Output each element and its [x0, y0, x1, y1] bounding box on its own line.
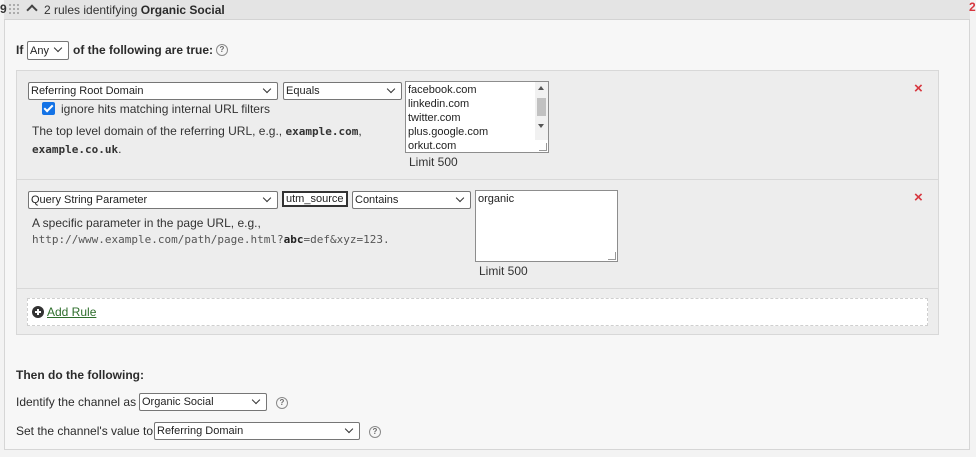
match-select-wrap: Any — [27, 41, 69, 60]
rule-1-limit: Limit 500 — [409, 155, 458, 169]
scroll-up-icon[interactable] — [538, 86, 544, 90]
identify-channel-select[interactable]: Organic Social — [139, 393, 267, 411]
scroll-thumb[interactable] — [537, 98, 546, 116]
rule-1-remove-icon[interactable]: × — [914, 81, 923, 96]
resize-grip-icon[interactable] — [608, 252, 616, 260]
identify-channel-label: Identify the channel as — [16, 395, 137, 409]
set-channel-value-wrap: Referring Domain — [154, 422, 360, 440]
rule-1-operator-select[interactable]: Equals — [283, 82, 402, 100]
rule-2-description: A specific parameter in the page URL, e.… — [32, 216, 261, 230]
rule-2-operator-select[interactable]: Contains — [352, 191, 471, 209]
then-heading: Then do the following: — [16, 368, 144, 382]
rule-2-dimension-select[interactable]: Query String Parameter — [28, 191, 278, 209]
rule-2-parameter-input[interactable]: utm_source — [282, 191, 348, 207]
corner-mark: 2 — [969, 0, 976, 14]
rule-1-description-line-2: example.co.uk. — [32, 142, 122, 156]
plus-circle-icon[interactable] — [32, 306, 44, 318]
set-channel-value-select[interactable]: Referring Domain — [154, 422, 360, 440]
rule-number: 9 — [0, 2, 7, 16]
rule-divider — [17, 288, 938, 289]
following-label: of the following are true: — [73, 43, 213, 57]
scroll-down-icon[interactable] — [538, 124, 544, 128]
rule-1-scrollbar[interactable] — [535, 82, 548, 140]
help-icon[interactable]: ? — [276, 397, 288, 409]
match-select[interactable]: Any — [27, 41, 69, 60]
ignore-internal-checkbox[interactable] — [42, 102, 55, 115]
value-item: organic — [478, 193, 515, 205]
rule-2-operator-wrap: Contains — [352, 191, 471, 209]
set-channel-value-label: Set the channel's value to — [16, 424, 154, 438]
value-item: twitter.com — [408, 112, 461, 124]
value-item: linkedin.com — [408, 98, 470, 110]
value-item: plus.google.com — [408, 126, 489, 138]
add-rule-area — [27, 298, 928, 326]
if-label: If — [16, 43, 24, 57]
rule-2-remove-icon[interactable]: × — [914, 190, 923, 205]
rule-divider — [17, 179, 938, 180]
add-rule-link[interactable]: Add Rule — [47, 305, 96, 319]
value-item: facebook.com — [408, 84, 477, 96]
rule-1-dimension-wrap: Referring Root Domain — [28, 82, 278, 100]
rule-2-dimension-wrap: Query String Parameter — [28, 191, 278, 209]
rule-2-example-url: http://www.example.com/path/page.html?ab… — [32, 233, 390, 246]
rule-2-limit: Limit 500 — [479, 264, 528, 278]
rule-1-dimension-select[interactable]: Referring Root Domain — [28, 82, 278, 100]
resize-grip-icon[interactable] — [539, 143, 547, 151]
rule-2-values-textarea[interactable]: organic — [475, 190, 618, 262]
ignore-internal-label: ignore hits matching internal URL filter… — [61, 102, 270, 116]
rule-1-description: The top level domain of the referring UR… — [32, 124, 362, 138]
rule-1-values-textarea[interactable]: facebook.com linkedin.com twitter.com pl… — [405, 81, 549, 153]
help-icon[interactable]: ? — [216, 44, 228, 56]
rule-header-title: 2 rules identifying Organic Social — [44, 3, 225, 17]
rule-1-operator-wrap: Equals — [283, 82, 402, 100]
identify-channel-wrap: Organic Social — [139, 393, 267, 411]
drag-grip-icon[interactable] — [9, 4, 20, 15]
value-item: orkut.com — [408, 140, 457, 152]
help-icon[interactable]: ? — [369, 426, 381, 438]
